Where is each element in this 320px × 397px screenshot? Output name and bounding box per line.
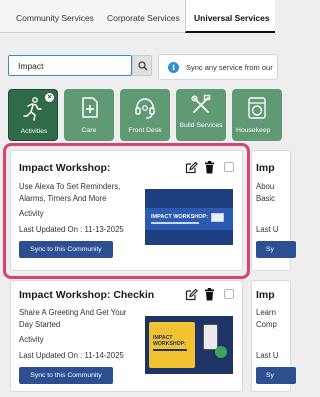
category-tile-build-services[interactable]: Build Services [176, 89, 226, 141]
sync-to-community-button[interactable]: Sync to this Community [19, 367, 113, 384]
info-banner: i Sync any service from our [158, 54, 278, 80]
service-tabs: Community Services Corporate Services Un… [0, 0, 275, 33]
trash-icon[interactable] [204, 288, 215, 301]
washing-machine-icon [248, 97, 266, 119]
category-label: Care [81, 127, 97, 134]
card-updated-date: Last U [256, 351, 279, 360]
tools-icon [191, 94, 211, 113]
edit-icon[interactable] [185, 288, 198, 301]
card-title: Impact Workshop: Checkin [19, 289, 155, 301]
category-tile-activities[interactable]: × Activities [8, 89, 58, 141]
select-checkbox[interactable] [224, 289, 234, 299]
search-input-value: Impact [18, 61, 44, 71]
close-icon[interactable]: × [45, 93, 54, 102]
card-description-line: Basic [256, 194, 276, 203]
service-card: Imp Learn Comp Last U Sy [251, 280, 296, 392]
tab-community-services[interactable]: Community Services [16, 13, 94, 23]
card-description-line: Day Started [19, 320, 61, 329]
card-description-line: Comp [256, 320, 277, 329]
category-label: Front Desk [128, 127, 162, 134]
service-card: Impact Workshop: Checkin Share A Greetin… [10, 280, 243, 392]
info-icon: i [168, 62, 179, 73]
medical-plus-icon [82, 97, 98, 118]
card-title: Imp [256, 162, 275, 174]
tab-corporate-services[interactable]: Corporate Services [107, 13, 180, 23]
card-description: Abou Basic [256, 181, 275, 205]
chat-bubble-icon [215, 346, 227, 358]
card-updated-date: Last Updated On : 11-14-2025 [19, 351, 124, 360]
category-tile-front-desk[interactable]: Front Desk [120, 89, 170, 141]
card-type: Activity [19, 335, 44, 344]
service-card: Imp Abou Basic Last U Sy [251, 150, 296, 271]
card-description: Learn Comp [256, 307, 277, 331]
selected-card-highlight [3, 143, 250, 279]
info-text: Sync any service from our [186, 63, 273, 72]
card-description-line: Learn [256, 308, 276, 317]
card-updated-date: Last U [256, 225, 279, 234]
category-tile-housekeeping[interactable]: Housekeep [232, 89, 282, 141]
thumbnail-subtitle [153, 349, 187, 351]
card-thumbnail: IMPACT WORKSHOP: [145, 316, 233, 374]
card-description: Share A Greeting And Get Your Day Starte… [19, 307, 127, 331]
card-title: Imp [256, 289, 275, 301]
category-label: Build Services [179, 122, 223, 129]
search-input[interactable]: Impact [8, 55, 132, 76]
phone-icon [203, 324, 218, 350]
category-tile-care[interactable]: Care [64, 89, 114, 141]
running-person-icon [23, 97, 42, 121]
thumbnail-title: IMPACT WORKSHOP: [153, 335, 186, 347]
sync-to-community-button[interactable]: Sy [256, 367, 296, 384]
category-label: Activities [20, 128, 48, 135]
card-description-line: Share A Greeting And Get Your [19, 308, 127, 317]
search-icon [138, 61, 148, 71]
sync-to-community-button[interactable]: Sy [256, 241, 296, 258]
card-description-line: Abou [256, 182, 275, 191]
category-label: Housekeep [236, 127, 271, 134]
headset-icon [135, 98, 155, 119]
search-button[interactable] [132, 55, 152, 76]
tab-universal-services[interactable]: Universal Services [185, 0, 275, 33]
